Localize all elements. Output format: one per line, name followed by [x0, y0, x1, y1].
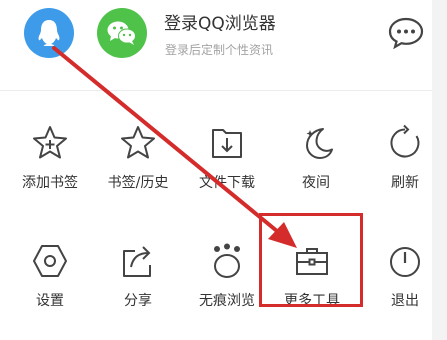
hexagon-gear-icon: [31, 242, 69, 280]
refresh-icon: [386, 124, 424, 162]
right-edge-strip: [432, 0, 447, 340]
wechat-icon: [107, 21, 136, 45]
login-title[interactable]: 登录QQ浏览器: [164, 9, 276, 34]
menu-item-share[interactable]: 分享: [96, 236, 180, 320]
menu-item-label: 书签/历史: [107, 175, 169, 191]
menu-item-label: 设置: [36, 293, 64, 309]
menu-item-settings[interactable]: 设置: [8, 236, 92, 320]
qq-penguin-icon: [38, 20, 60, 46]
menu-item-incognito[interactable]: 无痕浏览: [185, 236, 269, 320]
menu-item-add-bookmark[interactable]: 添加书签: [8, 118, 92, 202]
download-folder-icon: [208, 124, 246, 162]
menu-item-label: 添加书签: [22, 175, 78, 191]
message-button[interactable]: [386, 13, 426, 53]
star-icon: [119, 124, 157, 162]
annotation-highlight-box: [259, 213, 363, 307]
menu-item-label: 无痕浏览: [199, 293, 255, 309]
menu-item-label: 文件下载: [199, 175, 255, 191]
share-icon: [119, 242, 157, 280]
power-icon: [386, 242, 424, 280]
menu-item-bookmarks-history[interactable]: 书签/历史: [96, 118, 180, 202]
wechat-login-button[interactable]: [97, 8, 147, 58]
header-divider: [0, 90, 432, 91]
star-plus-icon: [31, 124, 69, 162]
menu-item-file-download[interactable]: 文件下载: [185, 118, 269, 202]
browser-menu-panel: 登录QQ浏览器 登录后定制个性资讯 添加书签 书签/历史 文件下载 夜间 刷新 …: [0, 0, 432, 340]
login-subtitle: 登录后定制个性资讯: [165, 43, 274, 57]
menu-item-label: 夜间: [302, 175, 330, 191]
chat-bubble-icon: [388, 17, 424, 50]
paw-icon: [208, 242, 246, 280]
qq-login-button[interactable]: [24, 8, 74, 58]
menu-item-night-mode[interactable]: 夜间: [274, 118, 358, 202]
moon-icon: [297, 124, 335, 162]
menu-item-label: 分享: [124, 293, 152, 309]
